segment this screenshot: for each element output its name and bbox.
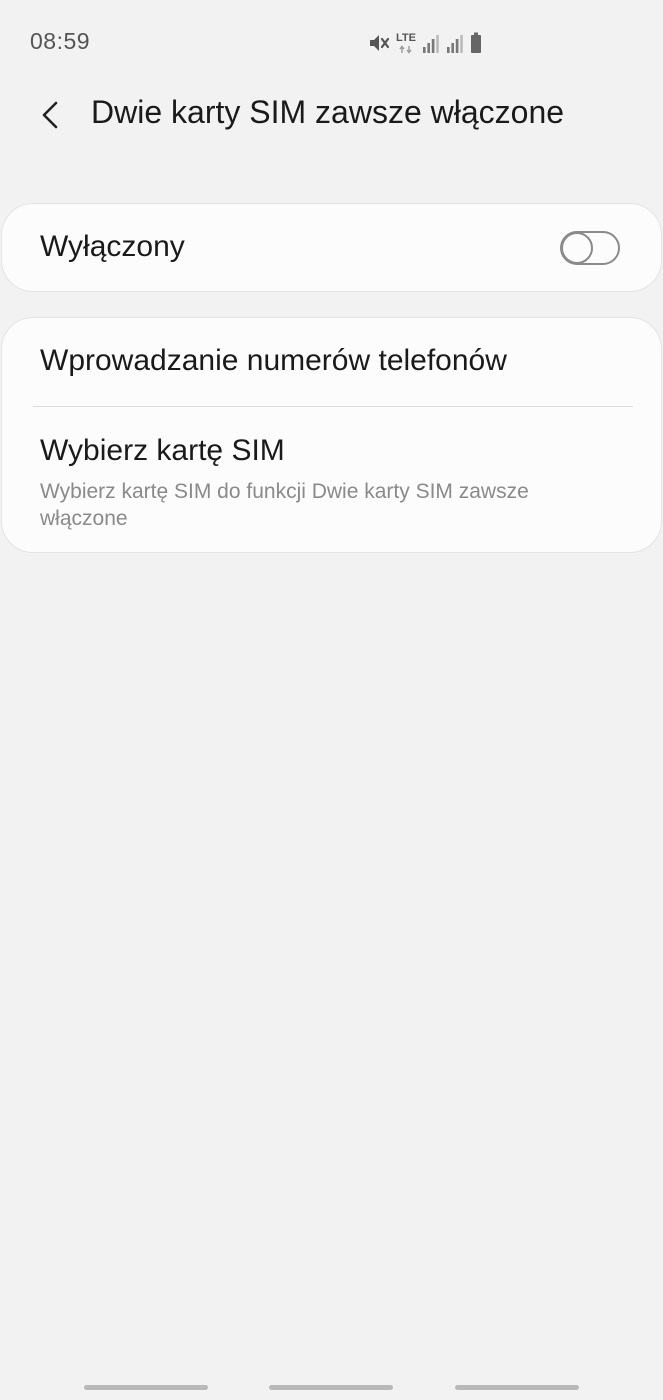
menu-item-title: Wprowadzanie numerów telefonów	[40, 344, 507, 377]
mute-icon	[370, 35, 390, 51]
status-icons: LTE	[368, 28, 482, 54]
menu-item-title: Wybierz kartę SIM	[40, 434, 285, 467]
menu-item-phone-numbers[interactable]: Wprowadzanie numerów telefonów	[2, 318, 661, 407]
lte-data-icon: LTE	[396, 33, 416, 54]
app-header: Dwie karty SIM zawsze włączone	[0, 80, 663, 150]
status-time: 08:59	[30, 28, 91, 54]
signal-sim2-icon	[446, 35, 463, 53]
master-switch-row[interactable]: Wyłączony	[2, 204, 661, 291]
lte-label: LTE	[396, 32, 416, 44]
back-button[interactable]	[28, 92, 74, 138]
master-switch-toggle[interactable]	[560, 231, 620, 265]
signal-sim1-icon	[422, 35, 439, 53]
master-switch-card: Wyłączony	[1, 203, 662, 292]
navigation-bar	[0, 1370, 663, 1400]
page-title: Dwie karty SIM zawsze włączone	[91, 94, 565, 130]
back-handle[interactable]	[455, 1385, 579, 1390]
home-handle[interactable]	[269, 1385, 393, 1390]
chevron-left-icon	[42, 101, 58, 129]
switch-knob	[561, 232, 593, 264]
battery-icon	[470, 32, 481, 53]
recent-apps-handle[interactable]	[84, 1385, 208, 1390]
menu-item-subtitle: Wybierz kartę SIM do funkcji Dwie karty …	[40, 480, 529, 530]
menu-item-select-sim[interactable]: Wybierz kartę SIM Wybierz kartę SIM do f…	[2, 407, 661, 553]
settings-menu-card: Wprowadzanie numerów telefonów Wybierz k…	[1, 317, 662, 553]
master-switch-label: Wyłączony	[40, 230, 185, 263]
status-bar: 08:59 LTE	[0, 0, 663, 80]
